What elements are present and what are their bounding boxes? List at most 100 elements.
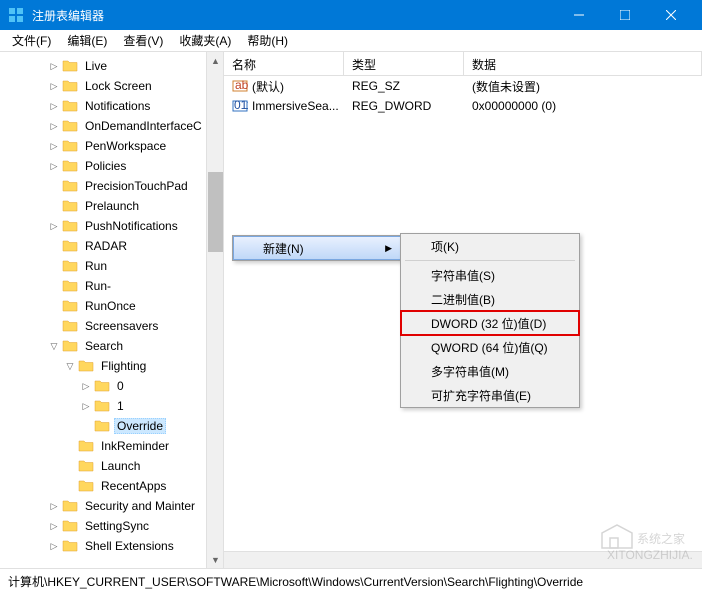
tree-expand-icon[interactable]: ▷ xyxy=(48,140,60,152)
tree-expand-icon[interactable]: ▷ xyxy=(80,400,92,412)
submenu-qword-64[interactable]: QWORD (64 位)值(Q) xyxy=(401,335,579,359)
tree-item[interactable]: ▷Lock Screen xyxy=(0,76,223,96)
submenu-multistring[interactable]: 多字符串值(M) xyxy=(401,359,579,383)
tree-expand-icon[interactable]: ▷ xyxy=(48,80,60,92)
tree-expand-icon[interactable] xyxy=(64,440,76,452)
folder-icon xyxy=(62,519,78,533)
tree-item-label: Policies xyxy=(82,158,129,174)
column-name[interactable]: 名称 xyxy=(224,52,344,75)
tree-expand-icon[interactable]: ▷ xyxy=(48,520,60,532)
tree-item[interactable]: ▷1 xyxy=(0,396,223,416)
tree-expand-icon[interactable]: ▽ xyxy=(48,340,60,352)
menu-view[interactable]: 查看(V) xyxy=(115,30,171,51)
folder-icon xyxy=(62,79,78,93)
tree-expand-icon[interactable]: ▷ xyxy=(48,120,60,132)
tree-item[interactable]: ▷OnDemandInterfaceC xyxy=(0,116,223,136)
tree-expand-icon[interactable] xyxy=(80,420,92,432)
tree-expand-icon[interactable]: ▽ xyxy=(64,360,76,372)
tree-item[interactable]: InkReminder xyxy=(0,436,223,456)
tree-expand-icon[interactable]: ▷ xyxy=(48,220,60,232)
tree-expand-icon[interactable] xyxy=(48,240,60,252)
tree-expand-icon[interactable]: ▷ xyxy=(48,100,60,112)
tree-item[interactable]: ▷0 xyxy=(0,376,223,396)
submenu-binary-value[interactable]: 二进制值(B) xyxy=(401,287,579,311)
minimize-button[interactable] xyxy=(556,0,602,30)
menu-file[interactable]: 文件(F) xyxy=(4,30,59,51)
tree-expand-icon[interactable] xyxy=(48,180,60,192)
tree-item[interactable]: Run- xyxy=(0,276,223,296)
statusbar-path: 计算机\HKEY_CURRENT_USER\SOFTWARE\Microsoft… xyxy=(8,573,583,590)
submenu-key[interactable]: 项(K) xyxy=(401,234,579,258)
menu-favorites[interactable]: 收藏夹(A) xyxy=(171,30,239,51)
menu-edit[interactable]: 编辑(E) xyxy=(59,30,115,51)
menu-help[interactable]: 帮助(H) xyxy=(239,30,296,51)
folder-icon xyxy=(62,499,78,513)
tree-item-label: Run- xyxy=(82,278,114,294)
tree-expand-icon[interactable] xyxy=(48,280,60,292)
folder-icon xyxy=(94,419,110,433)
tree-item[interactable]: ▽ Flighting xyxy=(0,356,223,376)
tree-expand-icon[interactable] xyxy=(48,300,60,312)
tree-expand-icon[interactable]: ▷ xyxy=(48,500,60,512)
scroll-up-button[interactable]: ▲ xyxy=(207,52,224,69)
tree-item-label: Security and Mainter xyxy=(82,498,198,514)
tree-item-label: 0 xyxy=(114,378,127,394)
tree-item[interactable]: ▷PushNotifications xyxy=(0,216,223,236)
list-row[interactable]: 011ImmersiveSea...REG_DWORD0x00000000 (0… xyxy=(224,96,702,116)
list-row[interactable]: ab(默认)REG_SZ(数值未设置) xyxy=(224,76,702,96)
value-name: ImmersiveSea... xyxy=(252,99,339,113)
tree-expand-icon[interactable]: ▷ xyxy=(48,60,60,72)
tree-expand-icon[interactable] xyxy=(48,200,60,212)
tree-expand-icon[interactable] xyxy=(48,260,60,272)
value-type: REG_SZ xyxy=(344,77,464,95)
app-icon xyxy=(8,7,24,23)
tree-item[interactable]: ▷ Policies xyxy=(0,156,223,176)
tree-item[interactable]: ▷Notifications xyxy=(0,96,223,116)
tree-item-label: SettingSync xyxy=(82,518,152,534)
tree-item[interactable]: RADAR xyxy=(0,236,223,256)
tree-vertical-scrollbar[interactable]: ▲ ▼ xyxy=(206,52,223,568)
tree-item[interactable]: Screensavers xyxy=(0,316,223,336)
context-menu-new[interactable]: 新建(N) ▶ xyxy=(233,236,401,260)
tree-expand-icon[interactable] xyxy=(64,480,76,492)
tree-item-label: RecentApps xyxy=(98,478,169,494)
scroll-down-button[interactable]: ▼ xyxy=(207,551,224,568)
tree-item[interactable]: ▷Shell Extensions xyxy=(0,536,223,556)
tree-pane: ▷Live▷Lock Screen▷Notifications▷OnDemand… xyxy=(0,52,224,568)
tree-item[interactable]: ▷ Security and Mainter xyxy=(0,496,223,516)
tree-expand-icon[interactable] xyxy=(64,460,76,472)
tree-expand-icon[interactable]: ▷ xyxy=(48,540,60,552)
tree-item[interactable]: PrecisionTouchPad xyxy=(0,176,223,196)
tree-item[interactable]: ▷Live xyxy=(0,56,223,76)
tree-item[interactable]: ▷ SettingSync xyxy=(0,516,223,536)
list-column-headers: 名称 类型 数据 xyxy=(224,52,702,76)
tree-item[interactable]: ▷ PenWorkspace xyxy=(0,136,223,156)
tree-item[interactable]: Launch xyxy=(0,456,223,476)
tree-item[interactable]: RunOnce xyxy=(0,296,223,316)
submenu-dword-32[interactable]: DWORD (32 位)值(D) xyxy=(401,311,579,335)
tree-item[interactable]: Run xyxy=(0,256,223,276)
tree-item-label: Run xyxy=(82,258,110,274)
tree-item-label: PrecisionTouchPad xyxy=(82,178,191,194)
tree-expand-icon[interactable] xyxy=(48,320,60,332)
scroll-thumb[interactable] xyxy=(208,172,223,252)
column-data[interactable]: 数据 xyxy=(464,52,702,75)
tree-expand-icon[interactable]: ▷ xyxy=(48,160,60,172)
tree-item-label: PenWorkspace xyxy=(82,138,169,154)
list-horizontal-scrollbar[interactable] xyxy=(224,551,702,568)
tree-item[interactable]: Prelaunch xyxy=(0,196,223,216)
tree-item-label: Flighting xyxy=(98,358,149,374)
submenu-expandstring[interactable]: 可扩充字符串值(E) xyxy=(401,383,579,407)
value-data: 0x00000000 (0) xyxy=(464,97,702,115)
submenu-string-value[interactable]: 字符串值(S) xyxy=(401,263,579,287)
tree-item[interactable]: RecentApps xyxy=(0,476,223,496)
column-type[interactable]: 类型 xyxy=(344,52,464,75)
tree-item[interactable]: ▽Search xyxy=(0,336,223,356)
tree-item[interactable]: Override xyxy=(0,416,223,436)
tree-expand-icon[interactable]: ▷ xyxy=(80,380,92,392)
close-button[interactable] xyxy=(648,0,694,30)
maximize-button[interactable] xyxy=(602,0,648,30)
new-submenu: 项(K) 字符串值(S) 二进制值(B) DWORD (32 位)值(D) QW… xyxy=(400,233,580,408)
folder-icon xyxy=(78,439,94,453)
window-title: 注册表编辑器 xyxy=(32,7,556,24)
